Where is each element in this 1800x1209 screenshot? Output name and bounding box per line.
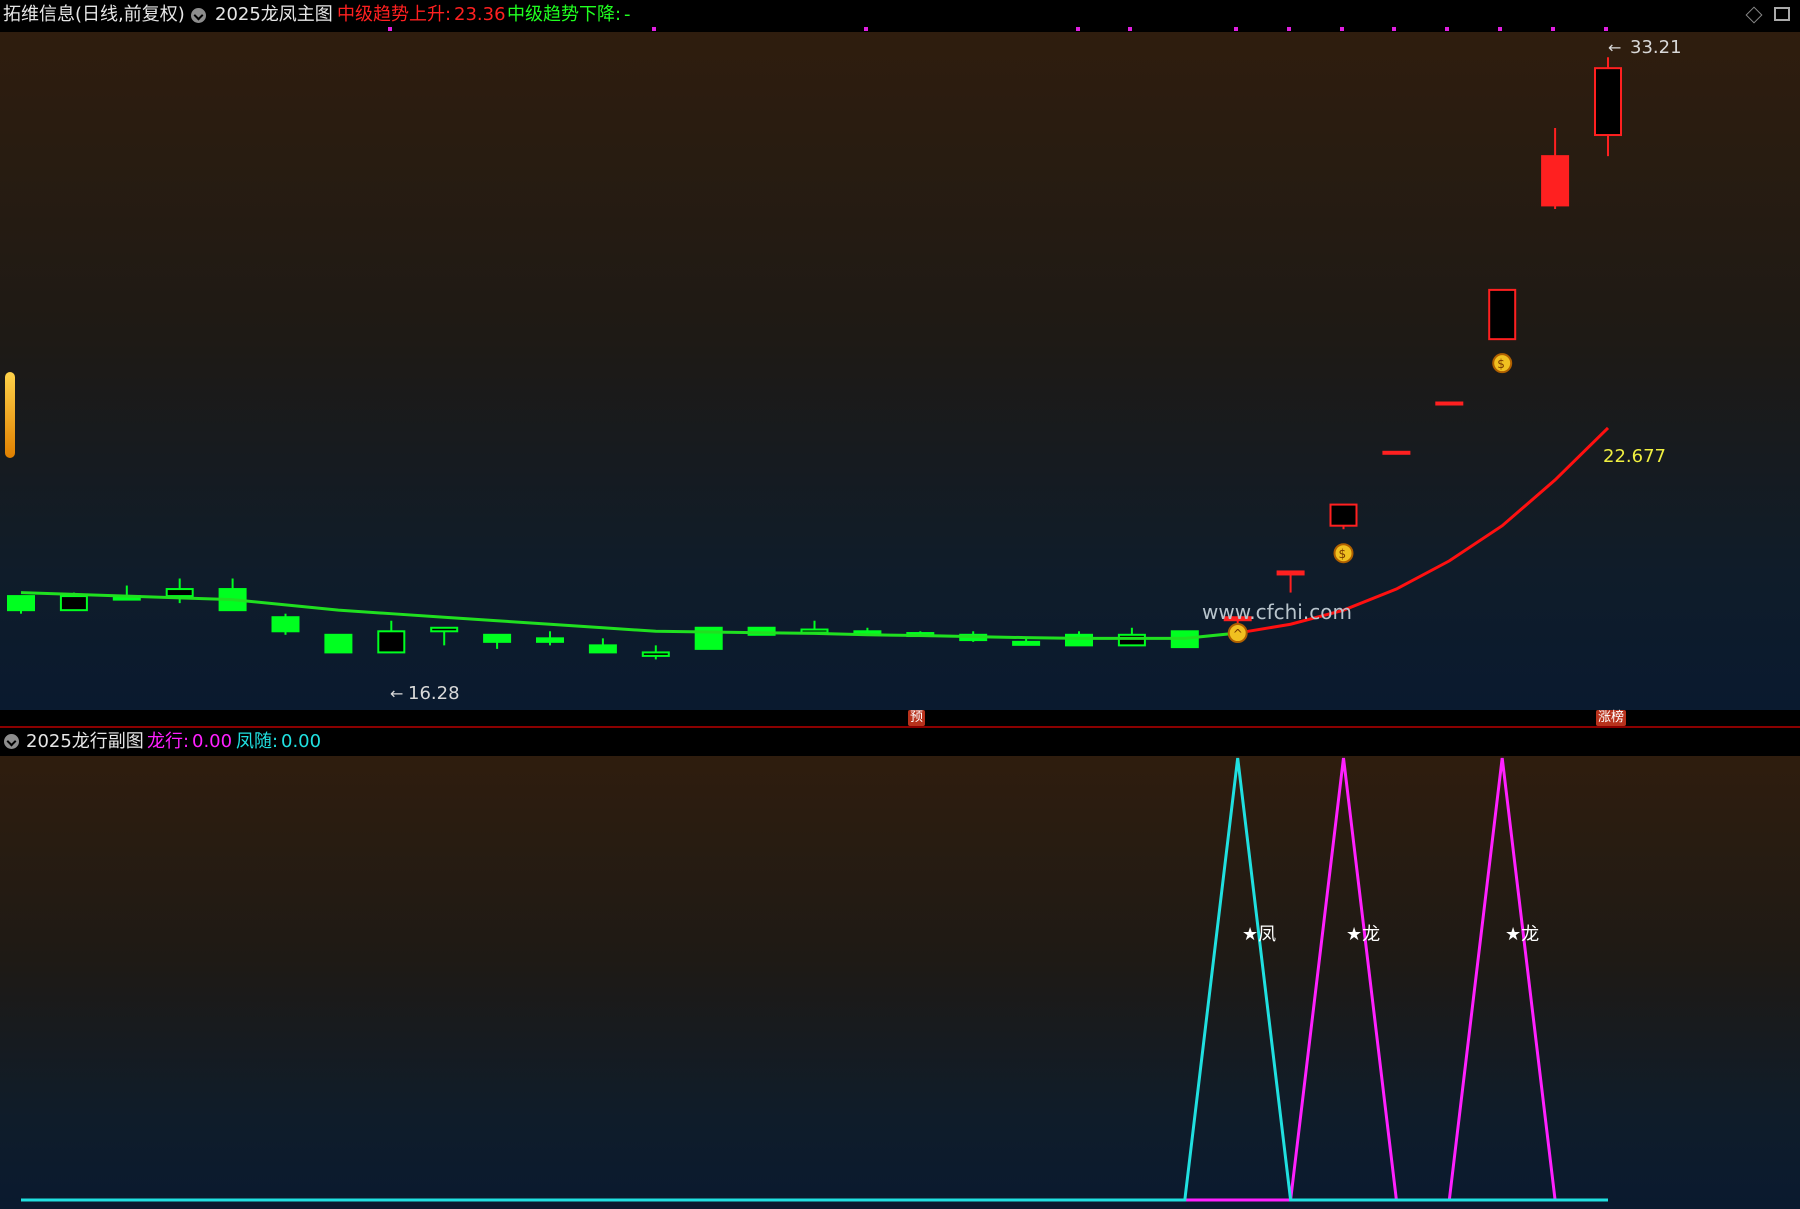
event-dot[interactable]	[652, 27, 656, 31]
low-arrow-icon: ←	[390, 684, 403, 703]
candle[interactable]	[7, 595, 35, 614]
candle[interactable]	[483, 633, 512, 649]
event-dot[interactable]	[1392, 27, 1396, 31]
candlestick-chart[interactable]: ^ $ $ 16.28 ← 33.21 ← 22.677 www.cfchi.com	[0, 32, 1800, 710]
candle[interactable]	[1541, 127, 1570, 209]
event-dot[interactable]	[1445, 27, 1449, 31]
sub-line-chart[interactable]: ★凤 ★龙 ★龙	[0, 756, 1800, 1209]
candle[interactable]	[430, 626, 459, 646]
long-peak-label-2: ★龙	[1505, 924, 1539, 945]
candle[interactable]	[588, 638, 617, 654]
long-label: 龙行:	[147, 731, 190, 752]
event-dot[interactable]	[1604, 27, 1608, 31]
candle-body	[1012, 640, 1041, 646]
time-marker-strip: 预 涨榜	[0, 710, 1800, 728]
event-dot[interactable]	[1551, 27, 1555, 31]
high-arrow-icon: ←	[1608, 38, 1621, 57]
candle-body	[59, 595, 88, 612]
candle[interactable]	[641, 645, 670, 660]
event-dot[interactable]	[1340, 27, 1344, 31]
candle-body	[483, 633, 512, 643]
long-peak-label-1: ★龙	[1346, 924, 1380, 945]
event-dot[interactable]	[1234, 27, 1238, 31]
candle[interactable]	[1117, 627, 1146, 647]
candle[interactable]	[1276, 570, 1305, 593]
candle-body	[536, 637, 564, 643]
candle[interactable]	[1435, 401, 1464, 406]
candle-body	[271, 616, 300, 633]
feng-label: 凤随:	[236, 731, 279, 752]
candle-body	[1276, 570, 1305, 576]
sub-indicator-name[interactable]: 2025龙行副图	[26, 728, 144, 756]
limit-up-marker-badge[interactable]: 涨榜	[1596, 710, 1627, 726]
candle[interactable]	[1594, 57, 1622, 157]
candle-body	[7, 595, 35, 612]
candle-body	[1065, 633, 1093, 647]
candle[interactable]	[324, 633, 353, 654]
candle[interactable]	[377, 620, 406, 654]
main-header-bar: 拓维信息(日线,前复权) 2025龙凤主图 中级趋势上升: 23.36 中级趋势…	[0, 0, 1800, 33]
candle-body	[165, 588, 194, 598]
candle-body	[1541, 155, 1570, 207]
event-dot[interactable]	[1128, 27, 1132, 31]
high-price-label: 33.21	[1630, 37, 1682, 58]
feng-value: 0.00	[281, 731, 322, 752]
candle[interactable]	[1329, 503, 1358, 530]
candle-body	[1435, 401, 1464, 406]
long-series-line	[21, 757, 1608, 1202]
candle[interactable]	[218, 578, 247, 612]
event-dots	[388, 27, 1608, 31]
event-dot[interactable]	[388, 27, 392, 31]
candle[interactable]	[1012, 638, 1041, 646]
candle-body	[1488, 288, 1517, 341]
pre-marker-badge[interactable]: 预	[908, 710, 926, 726]
event-dot[interactable]	[1076, 27, 1080, 31]
candle-body	[377, 630, 406, 654]
candle-body	[1117, 633, 1146, 647]
candle-body	[588, 644, 617, 654]
main-chart-pane[interactable]: ^ $ $ 16.28 ← 33.21 ← 22.677 www.cfchi.com	[0, 32, 1800, 710]
feng-peak-label: ★凤	[1242, 924, 1276, 945]
candle-body	[1329, 503, 1358, 527]
event-dot[interactable]	[1287, 27, 1291, 31]
money-bag-icon-glyph: $	[1339, 547, 1347, 561]
candle-body	[1594, 67, 1622, 137]
ma-value-label: 22.677	[1603, 446, 1666, 467]
event-dot[interactable]	[1498, 27, 1502, 31]
candle-body	[641, 651, 670, 657]
money-bag-icon-glyph: $	[1497, 357, 1505, 371]
candle[interactable]	[1488, 288, 1517, 341]
sub-chart-pane[interactable]: ★凤 ★龙 ★龙	[0, 756, 1800, 1209]
long-value: 0.00	[192, 731, 233, 752]
sub-indicator-dropdown-icon[interactable]	[4, 734, 19, 749]
sub-header-bar: 2025龙行副图 龙行: 0.00 凤随: 0.00	[0, 728, 1800, 756]
low-price-label: 16.28	[408, 683, 460, 704]
candle-body	[324, 633, 353, 654]
buy-signal-icon-glyph: ^	[1233, 627, 1243, 641]
candle[interactable]	[800, 620, 829, 634]
candle[interactable]	[271, 613, 300, 635]
candle[interactable]	[1382, 450, 1411, 455]
candle-body	[430, 626, 459, 633]
candle[interactable]	[536, 631, 564, 646]
watermark: www.cfchi.com	[1202, 600, 1352, 624]
candle-body	[1382, 450, 1411, 455]
ma-line-green	[20, 591, 1238, 640]
event-dot[interactable]	[864, 27, 868, 31]
